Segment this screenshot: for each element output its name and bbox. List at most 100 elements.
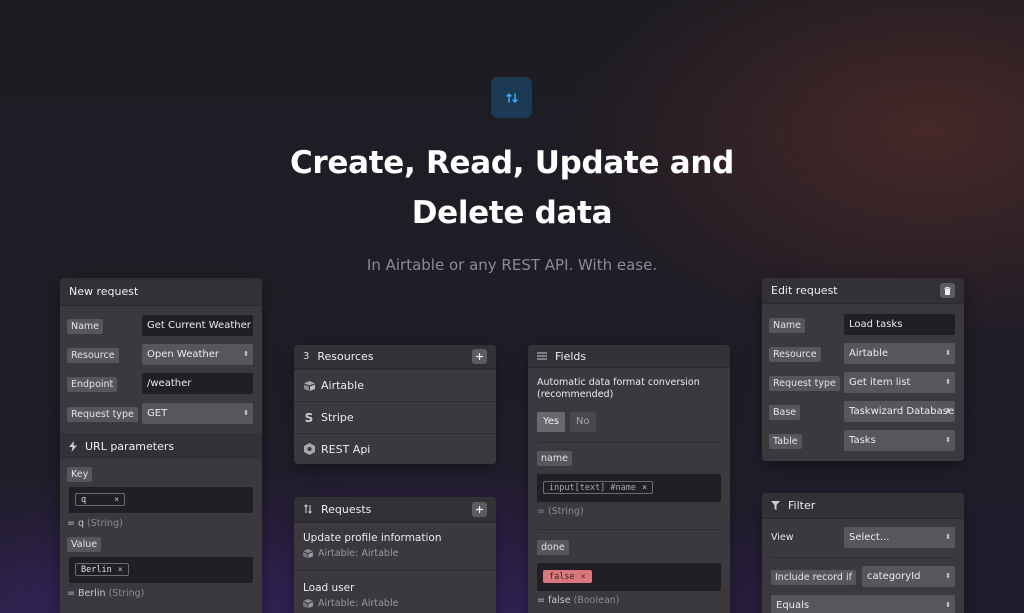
view-label: View [771, 532, 794, 543]
base-select-value: Taskwizard Database [849, 406, 955, 417]
request-item-source-type: Airtable: [318, 598, 359, 609]
edit-request-header: Edit request [762, 278, 964, 304]
request-item-source-type: Airtable: [318, 548, 359, 559]
request-type-select-value: GET [147, 408, 168, 419]
form-row-endpoint: Endpoint /weather [60, 373, 262, 395]
request-type-select[interactable]: Get item list ⬍ [844, 372, 955, 393]
name-field-hint: = (String) [537, 506, 584, 517]
resources-title: Resources [317, 350, 374, 363]
fields-header: Fields [528, 345, 730, 368]
value-label: Value [67, 537, 102, 552]
resource-label: Resource [769, 347, 821, 362]
select-arrows-icon: ⬍ [945, 533, 951, 541]
resource-item-label: Airtable [321, 379, 364, 392]
value-tag[interactable]: Berlin × [75, 563, 129, 576]
resource-select[interactable]: Airtable ⬍ [844, 343, 955, 364]
delete-request-button[interactable] [940, 283, 955, 298]
request-item[interactable]: Update profile information Airtable: Air… [294, 522, 496, 570]
name-input[interactable]: Load tasks [844, 314, 955, 335]
name-field-hint-value: = [537, 506, 545, 517]
resource-item-label: Stripe [321, 411, 354, 424]
request-item-title: Update profile information [303, 532, 442, 544]
table-select[interactable]: Tasks ⬍ [844, 430, 955, 451]
resources-card: 3 Resources Airtable S Stripe REST Api [294, 345, 496, 464]
form-row-name: Name Get Current Weather [60, 315, 262, 337]
form-row-view: View Select... ⬍ [762, 527, 964, 549]
add-resource-button[interactable] [472, 349, 487, 364]
requests-header: Requests [294, 497, 496, 522]
remove-tag-icon[interactable]: × [581, 572, 586, 582]
resource-item-stripe[interactable]: S Stripe [294, 401, 496, 433]
request-type-label: Request type [769, 376, 840, 391]
key-tag[interactable]: q × [75, 493, 126, 506]
include-label: Include record if [771, 570, 856, 585]
include-select[interactable]: categoryId ⬍ [862, 566, 955, 587]
resource-item-rest-api[interactable]: REST Api [294, 433, 496, 464]
remove-tag-icon[interactable]: × [642, 483, 647, 493]
resource-item-label: REST Api [321, 442, 371, 456]
list-icon [537, 352, 547, 360]
done-field-hint-type: (Boolean) [573, 595, 620, 606]
airtable-icon [303, 549, 313, 558]
edit-request-title: Edit request [771, 284, 838, 297]
endpoint-input[interactable]: /weather [142, 373, 253, 394]
divider [771, 557, 955, 558]
url-parameters-header: URL parameters [60, 433, 262, 459]
view-select[interactable]: Select... ⬍ [844, 527, 955, 548]
form-row-resource: Resource Open Weather ⬍ [60, 344, 262, 366]
requests-card: Requests Update profile information Airt… [294, 497, 496, 613]
key-hint-value: = q [67, 518, 85, 529]
resource-item-airtable[interactable]: Airtable [294, 369, 496, 401]
new-request-card: New request Name Get Current Weather Res… [60, 278, 262, 613]
airtable-icon [303, 599, 313, 608]
no-button[interactable]: No [570, 412, 596, 432]
base-select[interactable]: Taskwizard Database ⬍ [844, 401, 955, 422]
form-row-name: Name Load tasks [762, 314, 964, 336]
endpoint-label: Endpoint [67, 377, 118, 392]
request-item-source-name: Airtable [361, 598, 399, 609]
resource-select[interactable]: Open Weather ⬍ [142, 344, 253, 365]
include-select-value: categoryId [867, 571, 921, 582]
name-field-input[interactable]: input[text] #name × [537, 474, 721, 502]
select-arrows-icon: ⬍ [945, 378, 951, 386]
key-tag-text: q [81, 495, 87, 505]
request-item-source: Airtable: Airtable [303, 548, 496, 559]
value-input[interactable]: Berlin × [69, 557, 253, 583]
new-request-header: New request [60, 278, 262, 306]
fields-title: Fields [555, 349, 587, 363]
form-row-request-type: Request type Get item list ⬍ [762, 372, 964, 394]
value-hint-value: = Berlin [67, 588, 106, 599]
fields-card: Fields Automatic data format conversion … [528, 345, 730, 613]
value-hint: = Berlin (String) [67, 588, 144, 599]
done-field-tag[interactable]: false × [543, 570, 592, 583]
done-field-tag-text: false [549, 572, 575, 582]
add-request-button[interactable] [472, 501, 487, 517]
name-input[interactable]: Get Current Weather [142, 315, 253, 336]
name-label: Name [769, 318, 806, 333]
hexagon-icon [303, 443, 315, 455]
key-input[interactable]: q × [69, 487, 253, 513]
value-hint-type: (String) [108, 588, 145, 599]
operator-select-value: Equals [776, 600, 810, 611]
table-select-value: Tasks [849, 435, 876, 446]
request-type-select[interactable]: GET ⬍ [142, 403, 253, 424]
form-row-resource: Resource Airtable ⬍ [762, 343, 964, 365]
select-arrows-icon: ⬍ [243, 350, 249, 358]
plus-icon [476, 505, 483, 513]
operator-select[interactable]: Equals ⬍ [771, 595, 955, 613]
name-field-tag[interactable]: input[text] #name × [543, 481, 654, 494]
select-arrows-icon: ⬍ [945, 349, 951, 357]
request-type-select-value: Get item list [849, 377, 911, 388]
yes-button[interactable]: Yes [537, 412, 566, 432]
name-field-hint-type: (String) [548, 506, 584, 517]
remove-tag-icon[interactable]: × [114, 495, 119, 505]
done-field-label: done [537, 540, 569, 555]
name-field-tag-text: input[text] #name [549, 483, 636, 493]
resource-select-value: Open Weather [147, 349, 219, 360]
done-field-input[interactable]: false × [537, 563, 721, 591]
filter-card: Filter View Select... ⬍ Include record i… [762, 493, 964, 613]
request-item[interactable]: Load user Airtable: Airtable [294, 570, 496, 613]
request-item-source-name: Airtable [361, 548, 399, 559]
remove-tag-icon[interactable]: × [118, 565, 123, 575]
key-hint-type: (String) [87, 518, 123, 529]
